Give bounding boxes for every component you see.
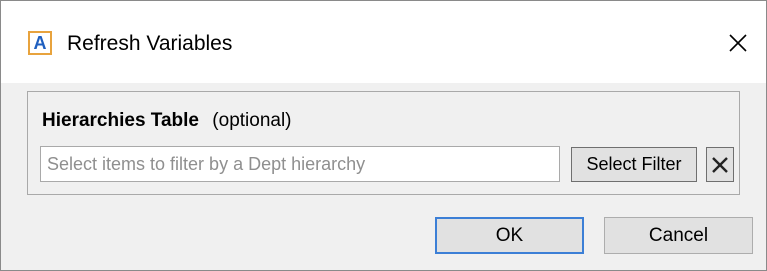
clear-filter-button[interactable] [706,147,734,182]
close-button[interactable] [720,25,756,61]
optional-label: (optional) [212,110,292,131]
dept-hierarchy-filter-input[interactable] [40,146,560,182]
app-icon-letter: A [33,33,47,53]
cancel-button[interactable]: Cancel [604,217,753,254]
dialog-title: Refresh Variables [67,32,233,55]
close-icon [729,34,747,52]
clear-x-icon [712,156,728,173]
hierarchies-table-group: Hierarchies Table (optional) Select Filt… [27,91,740,195]
hierarchies-table-title: Hierarchies Table [42,110,200,131]
ok-button[interactable]: OK [435,217,584,254]
app-logo-icon: A [28,31,52,55]
title-bar: A Refresh Variables [1,1,766,83]
select-filter-button[interactable]: Select Filter [571,147,697,182]
hierarchies-table-label: Hierarchies Table (optional) [42,110,292,132]
refresh-variables-dialog: A Refresh Variables Hierarchies Table (o… [0,0,767,271]
